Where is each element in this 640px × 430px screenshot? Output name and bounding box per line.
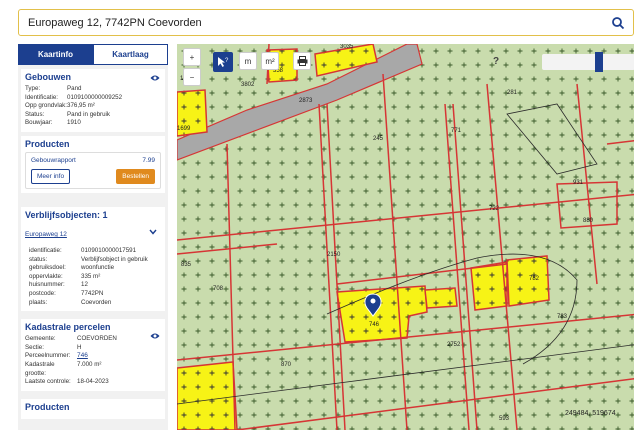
- print-icon: [297, 56, 307, 66]
- sidebar-tabs: Kaartinfo Kaartlaag: [18, 44, 168, 65]
- search-input[interactable]: [19, 10, 599, 35]
- zoom-in-button[interactable]: +: [183, 48, 201, 66]
- zoom-out-button[interactable]: −: [183, 68, 201, 86]
- parcel-label: 782: [529, 276, 540, 282]
- producten-card: Producten Gebouwrapport 7.99 Meer info B…: [21, 135, 165, 193]
- vbo-row: oppervlakte: 335 m²: [29, 272, 101, 280]
- product-name: Gebouwrapport: [31, 156, 76, 164]
- tab-kaartlaag[interactable]: Kaartlaag: [93, 44, 168, 65]
- kad-row: Laatste controle: 18-04-2023: [25, 378, 109, 386]
- kadastrale-card: Kadastrale percelen Gemeente: COEVORDEN S…: [21, 319, 165, 391]
- vbo-row: identificatie: 0109010000017591: [29, 246, 137, 254]
- tab-kaartinfo[interactable]: Kaartinfo: [18, 44, 93, 65]
- chevron-down-icon[interactable]: [149, 229, 157, 235]
- info-sidebar: Kaartinfo Kaartlaag Gebouwen Type: Pand I…: [18, 44, 168, 430]
- print-button[interactable]: [293, 52, 311, 70]
- vbo-row: status: Verblijfsobject in gebruik: [29, 255, 148, 263]
- measure-line-button[interactable]: m: [239, 52, 257, 70]
- eye-icon[interactable]: [150, 332, 160, 340]
- product-row: Gebouwrapport 7.99: [31, 157, 155, 164]
- kad-row: Gemeente: COEVORDEN: [25, 335, 117, 343]
- vbo-row: plaats: Coevorden: [29, 298, 112, 306]
- map-canvas[interactable]: 3035 1804 3802 358 2873 281 1699 245 771…: [177, 44, 640, 430]
- parcel-label: 870: [281, 362, 292, 368]
- coordinate-readout: 249484, 519674: [565, 410, 616, 417]
- gebouw-type-row: Type: Pand: [25, 85, 82, 92]
- bestellen-button[interactable]: Bestellen: [116, 168, 155, 184]
- parcel-label: 708: [213, 286, 224, 292]
- kadastrale-title: Kadastrale percelen: [25, 322, 111, 333]
- parcel-label: 2873: [299, 98, 313, 104]
- parcel-label: 746: [369, 322, 380, 328]
- kad-row: Sectie: H: [25, 343, 82, 351]
- svg-text:?: ?: [225, 58, 229, 64]
- parcel-label: 245: [373, 136, 384, 142]
- window-edge: [634, 44, 640, 430]
- parcel-label: 2752: [447, 342, 461, 348]
- producten-title-2: Producten: [25, 401, 70, 412]
- slider-handle[interactable]: [595, 52, 603, 72]
- gebouw-opp-row: Opp grondvlak: 376,95 m²: [25, 102, 95, 110]
- parcel-label: 835: [181, 262, 192, 268]
- verblijfsobject-link[interactable]: Europaweg 12: [25, 223, 161, 241]
- meer-info-button[interactable]: Meer info: [31, 168, 71, 184]
- producten-card-2: Producten: [21, 398, 165, 419]
- product-gebouwrapport: Gebouwrapport 7.99 Meer info Bestellen: [25, 151, 161, 189]
- parcel-label: 880: [583, 218, 594, 224]
- kad-row: Kadastrale grootte: 7.000 m²: [25, 360, 102, 377]
- parcel-label: 722: [489, 206, 500, 212]
- cursor-question-icon: ?: [218, 57, 229, 67]
- measure-area-button[interactable]: m²: [261, 52, 279, 70]
- gebouw-bouwjaar-row: Bouwjaar: 1910: [25, 119, 81, 127]
- gebouw-status-row: Status: Pand in gebruik: [25, 110, 110, 118]
- parcel-label: 783: [557, 314, 568, 320]
- parcel-label: 281: [507, 90, 518, 96]
- help-button[interactable]: ?: [487, 52, 505, 70]
- kad-row: Perceelnummer: 746: [25, 352, 161, 361]
- parcel-label: 931: [573, 180, 584, 186]
- vbo-row: gebruiksdoel: woonfunctie: [29, 264, 115, 272]
- gebouwen-title: Gebouwen: [25, 72, 72, 82]
- parcel-label: 593: [499, 416, 510, 422]
- select-info-button[interactable]: ?: [213, 52, 233, 72]
- verblijfsobject-details: identificatie: 0109010000017591 status: Ve…: [25, 247, 161, 307]
- address-search-bar: [18, 9, 634, 36]
- producten-title: Producten: [25, 138, 70, 149]
- gebouwen-card: Gebouwen Type: Pand Identificatie: 0109100…: [21, 69, 165, 132]
- product-buttons: Meer info Bestellen: [31, 168, 155, 184]
- layer-opacity-slider[interactable]: [542, 54, 635, 70]
- perceelnummer-link[interactable]: 746: [77, 352, 161, 361]
- verblijfsobjecten-title: Verblijfsobjecten: 1: [25, 209, 108, 220]
- parcel-label: 2150: [327, 252, 341, 258]
- parcel-label: 3802: [241, 82, 255, 88]
- cadastral-map[interactable]: 3035 1804 3802 358 2873 281 1699 245 771…: [177, 44, 640, 430]
- vbo-row: huisnummer: 12: [29, 281, 88, 289]
- product-price: 7.99: [142, 156, 155, 164]
- parcel-label: 1699: [177, 126, 191, 132]
- search-icon[interactable]: [611, 16, 625, 30]
- gebouw-id-row: Identificatie: 0109100000009252: [25, 93, 123, 101]
- vbo-row: postcode: 7742PN: [29, 289, 104, 297]
- parcel-label: 3035: [340, 44, 354, 50]
- parcel-label: 771: [451, 128, 462, 134]
- verblijfsobjecten-card: Verblijfsobjecten: 1 Europaweg 12 identi…: [21, 206, 165, 312]
- eye-icon[interactable]: [150, 74, 160, 82]
